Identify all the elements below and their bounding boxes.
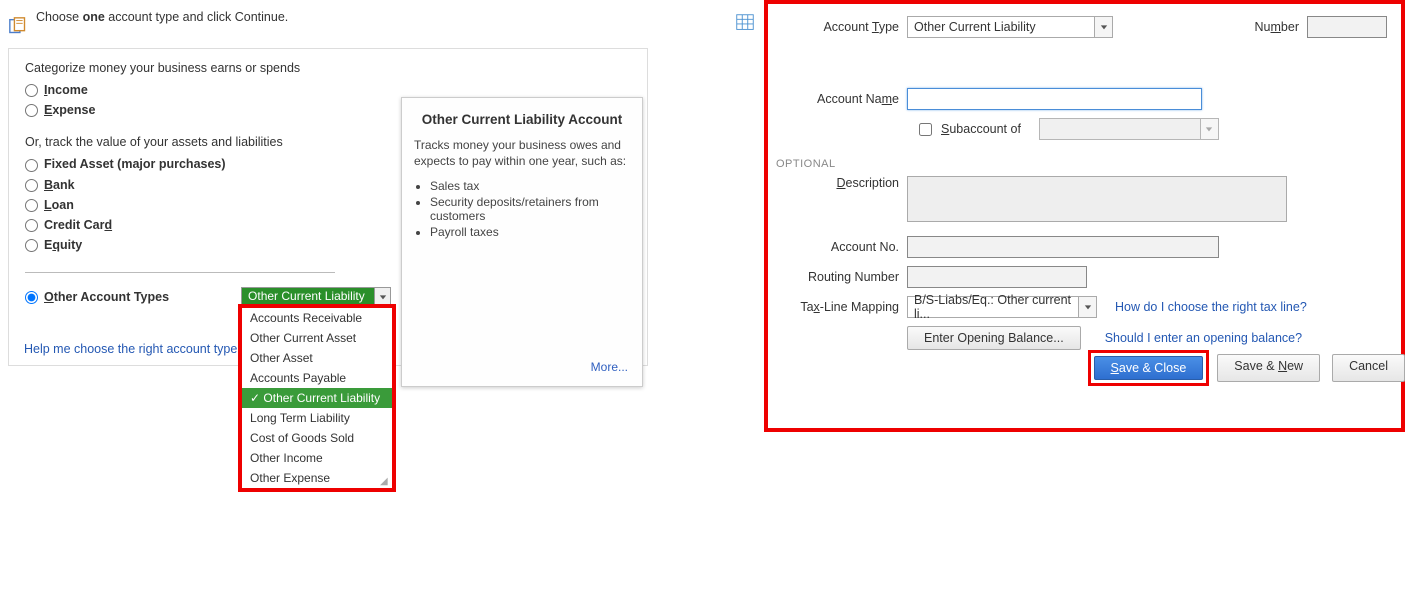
list-item[interactable]: Long Term Liability [242, 408, 392, 428]
spreadsheet-icon [8, 16, 30, 38]
save-new-button[interactable]: Save & New [1217, 354, 1320, 382]
save-close-button[interactable]: Save & Close [1094, 356, 1204, 380]
radio-equity[interactable] [25, 239, 38, 252]
info-desc: Tracks money your business owes and expe… [414, 137, 630, 169]
other-types-dropdown[interactable]: Accounts Receivable Other Current Asset … [241, 307, 393, 489]
optional-label: OPTIONAL [776, 158, 1387, 170]
radio-credit-card[interactable] [25, 219, 38, 232]
instruction-text: Choose one account type and click Contin… [36, 10, 288, 24]
subaccount-combo[interactable] [1039, 118, 1219, 140]
subaccount-checkbox[interactable] [919, 123, 932, 136]
list-item[interactable]: Other Current Asset [242, 328, 392, 348]
label-loan: Loan [44, 198, 74, 212]
more-link[interactable]: More... [591, 360, 628, 374]
label-equity: Equity [44, 238, 82, 252]
tax-line-combo[interactable]: B/S-Liabs/Eq.: Other current li... [907, 296, 1097, 318]
label-credit-card: Credit Card [44, 218, 112, 232]
chevron-down-icon [1078, 297, 1096, 317]
label-account-type: Account Type [782, 20, 907, 34]
label-income: Income [44, 83, 88, 97]
account-type-combo[interactable]: Other Current Liability [907, 16, 1113, 38]
label-routing-no: Routing Number [782, 270, 907, 284]
account-name-input[interactable] [907, 88, 1202, 110]
help-choose-link[interactable]: Help me choose the right account type [24, 342, 237, 356]
tax-help-link[interactable]: How do I choose the right tax line? [1115, 300, 1307, 314]
info-panel: Other Current Liability Account Tracks m… [401, 97, 643, 387]
radio-fixed-asset[interactable] [25, 159, 38, 172]
list-item[interactable]: Other Asset [242, 348, 392, 368]
categorize-label: Categorize money your business earns or … [25, 61, 637, 75]
list-item[interactable]: Accounts Payable [242, 368, 392, 388]
radio-other-types[interactable] [25, 291, 38, 304]
info-list: Sales tax Security deposits/retainers fr… [430, 179, 630, 239]
radio-expense[interactable] [25, 104, 38, 117]
list-item[interactable]: Other Expense [242, 468, 392, 488]
list-item[interactable]: Other Income [242, 448, 392, 468]
chevron-down-icon [374, 288, 390, 306]
list-item[interactable]: Accounts Receivable [242, 308, 392, 328]
label-description: Description [782, 176, 907, 190]
chevron-down-icon [1200, 119, 1218, 139]
number-input[interactable] [1307, 16, 1387, 38]
spreadsheet-icon [734, 12, 756, 34]
account-no-input[interactable] [907, 236, 1219, 258]
description-textarea[interactable] [907, 176, 1287, 222]
cancel-button-right[interactable]: Cancel [1332, 354, 1405, 382]
divider [25, 272, 335, 273]
radio-loan[interactable] [25, 199, 38, 212]
label-fixed-asset: Fixed Asset (major purchases) [44, 157, 226, 171]
radio-bank[interactable] [25, 179, 38, 192]
list-item[interactable]: Cost of Goods Sold [242, 428, 392, 448]
balance-help-link[interactable]: Should I enter an opening balance? [1105, 331, 1302, 345]
label-account-no: Account No. [782, 240, 907, 254]
chevron-down-icon [1094, 17, 1112, 37]
list-item-selected[interactable]: ✓ Other Current Liability [242, 388, 392, 408]
label-bank: Bank [44, 178, 75, 192]
other-types-combo[interactable]: Other Current Liability [241, 287, 391, 307]
enter-opening-balance-button[interactable]: Enter Opening Balance... [907, 326, 1081, 350]
label-expense: Expense [44, 103, 95, 117]
label-subaccount: Subaccount of [941, 122, 1021, 136]
label-account-name: Account Name [782, 92, 907, 106]
info-title: Other Current Liability Account [414, 112, 630, 127]
routing-no-input[interactable] [907, 266, 1087, 288]
label-tax-line: Tax-Line Mapping [782, 300, 907, 314]
label-number: Number [1255, 20, 1307, 34]
label-other-types: Other Account Types [44, 290, 169, 304]
radio-income[interactable] [25, 84, 38, 97]
